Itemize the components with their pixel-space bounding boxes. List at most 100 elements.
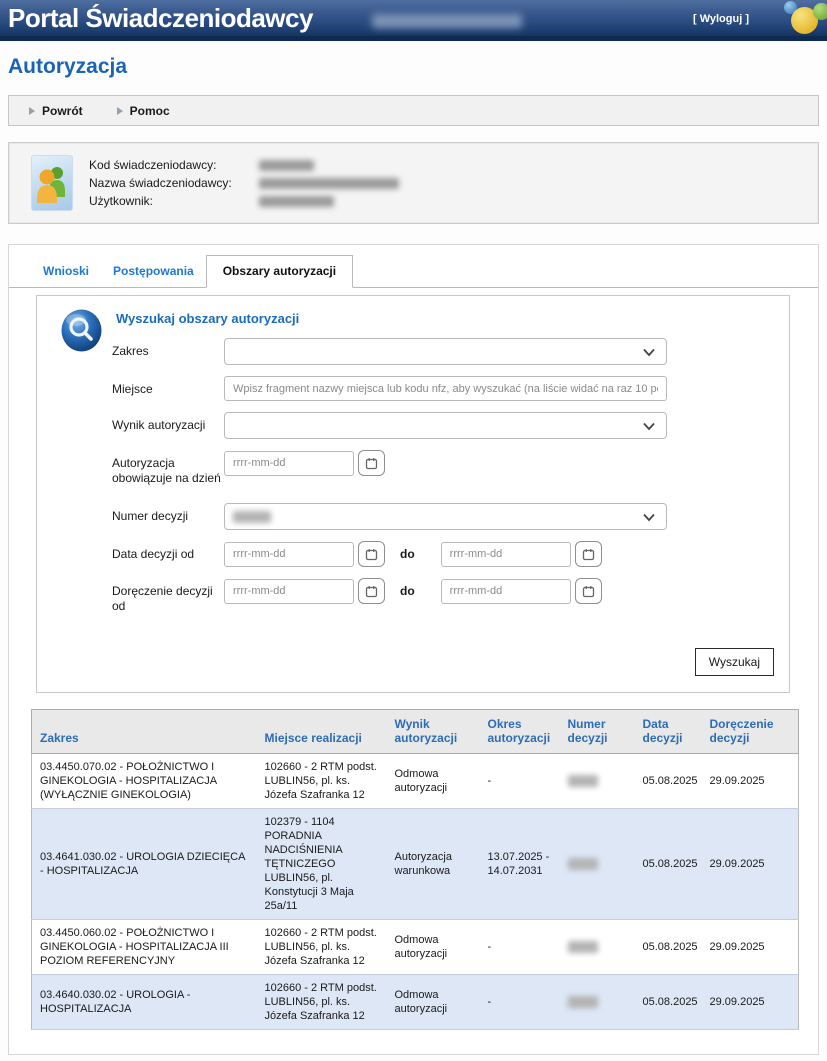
form-row-zakres: Zakres <box>37 338 789 365</box>
toolbar-item-powrot[interactable]: Powrót <box>29 104 83 118</box>
zakres-select[interactable] <box>224 338 667 365</box>
page-title: Autoryzacja <box>8 55 819 79</box>
col-okres: Okres autoryzacji <box>480 710 560 754</box>
numer-decyzji-redacted <box>568 775 598 787</box>
wynik-autoryzacji-label: Wynik autoryzacji <box>112 412 224 433</box>
cell-wynik: Odmowa autoryzacji <box>387 754 480 809</box>
form-row-autoryzacja-dzien: Autoryzacja obowiązuje na dzień <box>37 450 789 486</box>
form-row-doreczenie: Doręczenie decyzji od do <box>37 578 789 614</box>
search-icon <box>60 308 103 353</box>
toolbar: Powrót Pomoc <box>8 95 819 126</box>
miejsce-input[interactable] <box>224 376 667 401</box>
cell-zakres: 03.4450.070.02 - POŁOŻNICTWO I GINEKOLOG… <box>32 754 257 809</box>
data-decyzji-od-input[interactable] <box>224 542 354 567</box>
search-form: Zakres Miejsce Wynik autoryzacji <box>37 338 789 614</box>
provider-name-redacted <box>259 178 399 189</box>
submit-row: Wyszukaj <box>37 648 789 676</box>
calendar-button[interactable] <box>358 450 385 476</box>
col-data: Data decyzji <box>635 710 702 754</box>
chevron-down-icon <box>642 420 656 433</box>
provider-name-label: Nazwa świadczeniodawcy: <box>89 176 259 190</box>
table-row[interactable]: 03.4450.060.02 - POŁOŻNICTWO I GINEKOLOG… <box>32 920 799 975</box>
cell-wynik: Autoryzacja warunkowa <box>387 809 480 920</box>
search-panel: Wyszukaj obszary autoryzacji Zakres Miej… <box>36 295 790 693</box>
tab-postepowania[interactable]: Postępowania <box>101 256 206 287</box>
cell-doreczenie: 29.09.2025 <box>702 975 799 1030</box>
cell-zakres: 03.4450.060.02 - POŁOŻNICTWO I GINEKOLOG… <box>32 920 257 975</box>
toolbar-item-label: Pomoc <box>130 104 170 118</box>
miejsce-label: Miejsce <box>112 376 224 397</box>
table-row[interactable]: 03.4641.030.02 - UROLOGIA DZIECIĘCA - HO… <box>32 809 799 920</box>
form-row-miejsce: Miejsce <box>37 376 789 401</box>
toolbar-item-pomoc[interactable]: Pomoc <box>117 104 170 118</box>
toolbar-item-label: Powrót <box>42 104 83 118</box>
provider-code-redacted <box>259 160 314 171</box>
calendar-icon <box>365 457 378 470</box>
search-panel-title: Wyszukaj obszary autoryzacji <box>116 311 299 326</box>
numer-decyzji-redacted-value <box>233 511 271 523</box>
cell-data-decyzji: 05.08.2025 <box>635 920 702 975</box>
cell-miejsce: 102660 - 2 RTM podst. LUBLIN56, pl. ks. … <box>257 920 387 975</box>
cell-okres: - <box>480 754 560 809</box>
zakres-label: Zakres <box>112 338 224 359</box>
cell-doreczenie: 29.09.2025 <box>702 920 799 975</box>
app-title: Portal Świadczeniodawcy <box>8 3 313 34</box>
form-row-numer-decyzji: Numer decyzji <box>37 503 789 530</box>
calendar-icon <box>582 548 595 561</box>
doreczenie-do-input[interactable] <box>441 579 571 604</box>
arrow-right-icon <box>117 107 123 115</box>
cell-okres: - <box>480 920 560 975</box>
cell-doreczenie: 29.09.2025 <box>702 809 799 920</box>
form-row-data-decyzji: Data decyzji od do <box>37 541 789 567</box>
calendar-icon <box>365 548 378 561</box>
cell-miejsce: 102379 - 1104 PORADNIA NADCIŚNIENIA TĘTN… <box>257 809 387 920</box>
autoryzacja-dzien-label: Autoryzacja obowiązuje na dzień <box>112 450 224 486</box>
cell-okres: 13.07.2025 - 14.07.2031 <box>480 809 560 920</box>
numer-decyzji-redacted <box>568 858 598 870</box>
provider-user-label: Użytkownik: <box>89 194 259 208</box>
search-submit-button[interactable]: Wyszukaj <box>695 648 774 676</box>
numer-decyzji-redacted <box>568 996 598 1008</box>
cell-numer <box>560 754 635 809</box>
tab-bar: Wnioski Postępowania Obszary autoryzacji <box>9 245 818 288</box>
cell-data-decyzji: 05.08.2025 <box>635 809 702 920</box>
cell-data-decyzji: 05.08.2025 <box>635 754 702 809</box>
autoryzacja-dzien-date-input[interactable] <box>224 451 354 476</box>
page-root: Portal Świadczeniodawcy [ Wyloguj ] Auto… <box>0 0 827 1055</box>
logo-circle-green <box>813 3 827 20</box>
do-label: do <box>400 584 415 598</box>
calendar-button[interactable] <box>358 578 385 604</box>
wynik-autoryzacji-select[interactable] <box>224 412 667 439</box>
calendar-icon <box>582 585 595 598</box>
header-redacted-text <box>372 14 522 28</box>
table-header-row: Zakres Miejsce realizacji Wynik autoryza… <box>32 710 799 754</box>
logo-circles-icon <box>781 0 827 41</box>
doreczenie-od-input[interactable] <box>224 579 354 604</box>
cell-miejsce: 102660 - 2 RTM podst. LUBLIN56, pl. ks. … <box>257 975 387 1030</box>
col-doreczenie: Doręczenie decyzji <box>702 710 799 754</box>
cell-okres: - <box>480 975 560 1030</box>
results-table: Zakres Miejsce realizacji Wynik autoryza… <box>31 709 799 1030</box>
logout-link[interactable]: [ Wyloguj ] <box>693 13 749 25</box>
numer-decyzji-select[interactable] <box>224 503 667 530</box>
provider-info-box: Kod świadczeniodawcy: Nazwa świadczeniod… <box>8 142 819 224</box>
data-decyzji-do-input[interactable] <box>441 542 571 567</box>
cell-zakres: 03.4641.030.02 - UROLOGIA DZIECIĘCA - HO… <box>32 809 257 920</box>
app-header: Portal Świadczeniodawcy [ Wyloguj ] <box>0 0 827 41</box>
tab-wnioski[interactable]: Wnioski <box>31 256 101 287</box>
table-row[interactable]: 03.4640.030.02 - UROLOGIA - HOSPITALIZAC… <box>32 975 799 1030</box>
col-numer: Numer decyzji <box>560 710 635 754</box>
arrow-right-icon <box>29 107 35 115</box>
users-icon <box>31 155 73 211</box>
calendar-icon <box>365 585 378 598</box>
table-row[interactable]: 03.4450.070.02 - POŁOŻNICTWO I GINEKOLOG… <box>32 754 799 809</box>
calendar-button[interactable] <box>358 541 385 567</box>
tab-obszary-autoryzacji[interactable]: Obszary autoryzacji <box>206 255 353 288</box>
calendar-button[interactable] <box>575 578 602 604</box>
chevron-down-icon <box>642 511 656 524</box>
col-zakres: Zakres <box>32 710 257 754</box>
calendar-button[interactable] <box>575 541 602 567</box>
cell-wynik: Odmowa autoryzacji <box>387 975 480 1030</box>
col-miejsce: Miejsce realizacji <box>257 710 387 754</box>
chevron-down-icon <box>642 346 656 359</box>
